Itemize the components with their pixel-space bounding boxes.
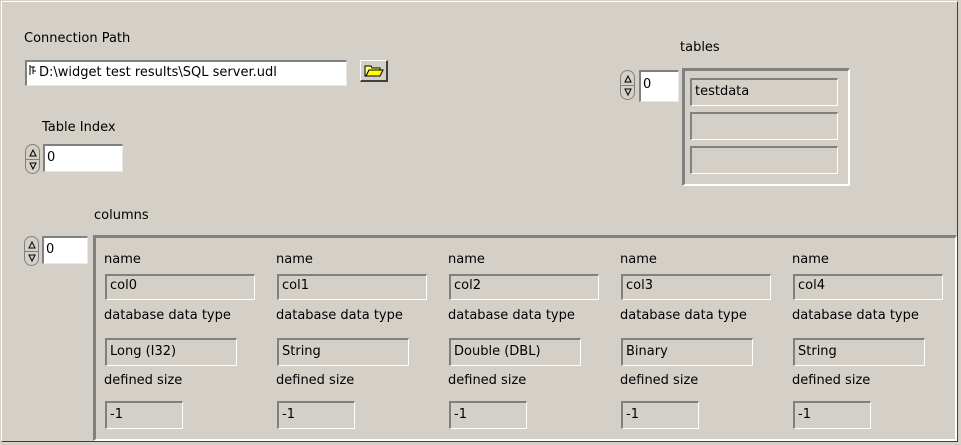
column-name-value: col3 [621,274,771,300]
column-type-value: Double (DBL) [449,338,581,366]
column-size-value: -1 [793,401,871,429]
decrement-arrow-icon[interactable] [620,85,635,100]
column-type-value: String [793,338,925,366]
column-size-label: defined size [620,373,699,388]
column-name-value: col0 [105,274,255,300]
column-cluster: name col1 database data type String defi… [272,241,440,445]
decrement-arrow-icon[interactable] [25,159,40,174]
decrement-arrow-icon[interactable] [24,251,39,266]
connection-path-input[interactable]: D:\widget test results\SQL server.udl [25,60,347,86]
browse-button[interactable] [360,60,388,82]
column-name-value: col1 [277,274,427,300]
column-size-label: defined size [104,373,183,388]
column-type-label: database data type [276,308,403,323]
tables-label: tables [680,40,720,55]
column-size-value: -1 [277,401,355,429]
column-name-label: name [620,252,657,267]
column-type-value: Binary [621,338,753,366]
column-size-value: -1 [105,401,183,429]
column-name-label: name [104,252,141,267]
columns-index-spinner[interactable] [24,236,39,266]
column-cluster: name col2 database data type Double (DBL… [444,241,612,445]
column-cluster: name col0 database data type Long (I32) … [100,241,268,445]
column-type-value: String [277,338,409,366]
column-name-label: name [276,252,313,267]
column-cluster: name col3 database data type Binary defi… [616,241,784,445]
columns-array: name col0 database data type Long (I32) … [93,235,957,441]
table-index-input[interactable]: 0 [43,144,123,172]
table-index-spinner[interactable] [25,144,40,174]
column-name-label: name [448,252,485,267]
column-name-label: name [792,252,829,267]
increment-arrow-icon[interactable] [620,70,635,85]
tables-index-spinner[interactable] [620,70,635,100]
connection-path-value: D:\widget test results\SQL server.udl [39,65,277,80]
column-name-value: col2 [449,274,599,300]
column-cluster: name col4 database data type String defi… [788,241,956,445]
column-type-label: database data type [620,308,747,323]
column-size-label: defined size [792,373,871,388]
increment-arrow-icon[interactable] [25,144,40,159]
tables-element-0: testdata [690,78,838,106]
increment-arrow-icon[interactable] [24,236,39,251]
table-index-label: Table Index [42,120,116,135]
column-size-value: -1 [621,401,699,429]
tables-element-1 [690,112,838,140]
columns-index-input[interactable]: 0 [42,236,88,264]
column-type-value: Long (I32) [105,338,237,366]
column-type-label: database data type [448,308,575,323]
column-size-label: defined size [276,373,355,388]
path-icon [29,62,37,84]
tables-element-2 [690,146,838,174]
column-size-value: -1 [449,401,527,429]
tables-array: testdata [682,68,850,186]
column-size-label: defined size [448,373,527,388]
columns-label: columns [94,208,149,223]
column-type-label: database data type [792,308,919,323]
connection-path-label: Connection Path [24,31,131,46]
tables-index-input[interactable]: 0 [639,70,679,102]
column-name-value: col4 [793,274,943,300]
column-type-label: database data type [104,308,231,323]
front-panel: Connection Path D:\widget test results\S… [1,1,958,442]
